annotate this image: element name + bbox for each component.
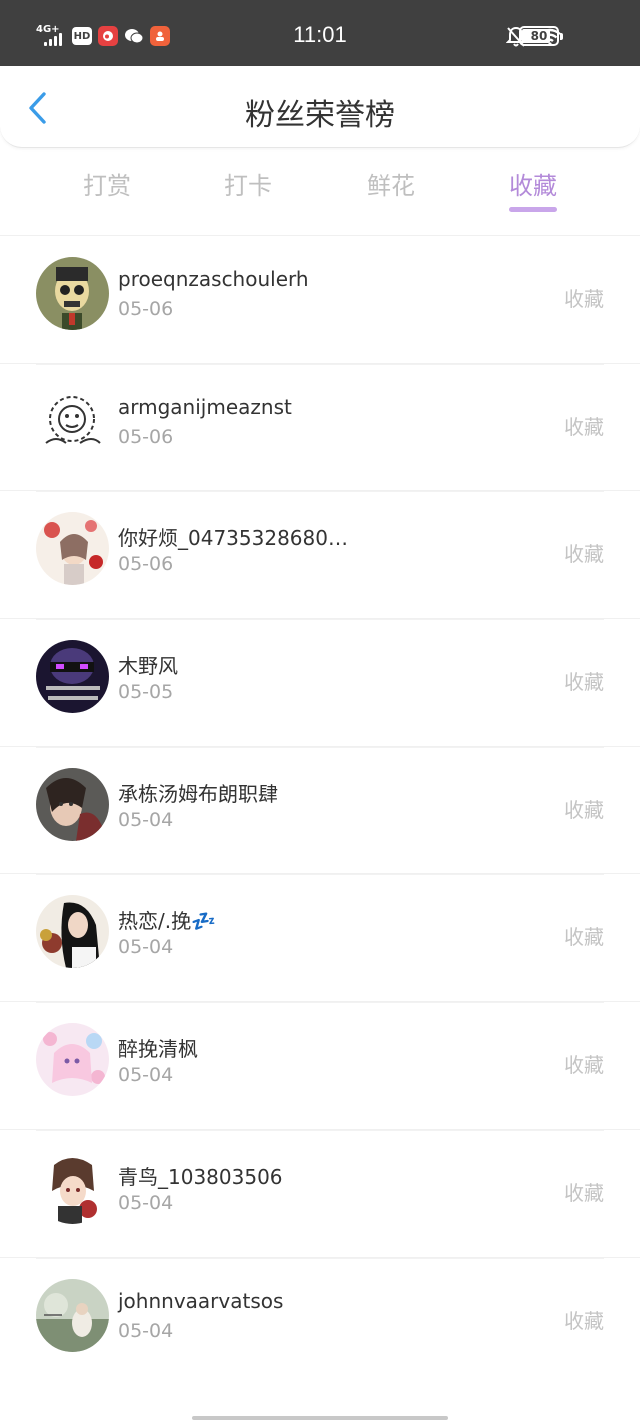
status-bar: 4G+ HD 11:01 80 — [0, 0, 640, 66]
avatar — [36, 895, 109, 969]
fan-action-label: 收藏 — [564, 1308, 604, 1333]
tab-tip[interactable]: 打赏 — [52, 166, 162, 201]
tab-checkin[interactable]: 打卡 — [193, 166, 303, 201]
fan-name: armganijmeaznst — [118, 394, 292, 419]
avatar — [36, 640, 109, 714]
fan-date: 05-05 — [118, 681, 174, 704]
fan-date: 05-04 — [118, 1319, 174, 1342]
fan-action-label: 收藏 — [564, 925, 604, 950]
tab-flowers[interactable]: 鲜花 — [336, 166, 446, 201]
fan-name: 热恋/.挽💤 — [118, 909, 216, 934]
fan-name: 青鸟_103803506 — [118, 1164, 283, 1189]
page-header: 粉丝荣誉榜 — [0, 66, 640, 148]
fan-name: 承栋汤姆布朗职肆 — [118, 781, 278, 806]
fan-list: proeqnzaschoulerh 05-06 收藏 armganijmeazn… — [0, 235, 640, 1384]
avatar — [36, 767, 109, 841]
avatar — [36, 1150, 109, 1224]
home-indicator[interactable] — [192, 1416, 448, 1420]
fan-date: 05-06 — [118, 298, 174, 320]
fan-name: johnnvaarvatsos — [118, 1288, 284, 1313]
avatar — [36, 1023, 109, 1097]
fan-action-label: 收藏 — [564, 414, 604, 439]
avatar — [36, 1278, 109, 1352]
fan-action-label: 收藏 — [564, 670, 604, 695]
list-item[interactable]: johnnvaarvatsos 05-04 收藏 — [0, 1256, 640, 1385]
fan-action-label: 收藏 — [564, 542, 604, 567]
list-item[interactable]: 青鸟_103803506 05-04 收藏 — [0, 1128, 640, 1257]
fan-date: 05-06 — [118, 553, 174, 576]
page-title: 粉丝荣誉榜 — [245, 98, 395, 133]
fan-name: 木野风 — [118, 654, 178, 679]
active-tab-indicator — [509, 207, 557, 212]
fan-name: 你好烦_04735328680… — [118, 526, 348, 551]
list-item[interactable]: armganijmeaznst 05-06 收藏 — [0, 362, 640, 491]
avatar — [36, 384, 109, 458]
list-item[interactable]: 你好烦_04735328680… 05-06 收藏 — [0, 490, 640, 618]
fan-name: 醉挽清枫 — [118, 1037, 198, 1062]
fan-action-label: 收藏 — [564, 1180, 604, 1205]
fan-date: 05-04 — [118, 1191, 174, 1214]
list-item[interactable]: proeqnzaschoulerh 05-06 收藏 — [0, 235, 640, 363]
list-item[interactable]: 木野风 05-05 收藏 — [0, 618, 640, 746]
fan-date: 05-04 — [118, 808, 174, 831]
fan-date: 05-06 — [118, 425, 174, 448]
tab-bar: 打赏 打卡 鲜花 收藏 — [0, 148, 640, 228]
list-item[interactable]: 承栋汤姆布朗职肆 05-04 收藏 — [0, 745, 640, 874]
battery-level: 80 — [530, 29, 548, 43]
fan-action-label: 收藏 — [564, 287, 604, 311]
avatar — [36, 512, 109, 586]
fan-action-label: 收藏 — [564, 1053, 604, 1078]
avatar — [36, 257, 109, 330]
fan-name: proeqnzaschoulerh — [118, 267, 309, 291]
fan-date: 05-04 — [118, 936, 174, 959]
battery-icon: 80 — [519, 26, 563, 46]
tab-favorites[interactable]: 收藏 — [478, 166, 588, 201]
fan-date: 05-04 — [118, 1064, 174, 1087]
list-item[interactable]: 醉挽清枫 05-04 收藏 — [0, 1001, 640, 1129]
list-item[interactable]: 热恋/.挽💤 05-04 收藏 — [0, 873, 640, 1001]
fan-action-label: 收藏 — [564, 797, 604, 822]
